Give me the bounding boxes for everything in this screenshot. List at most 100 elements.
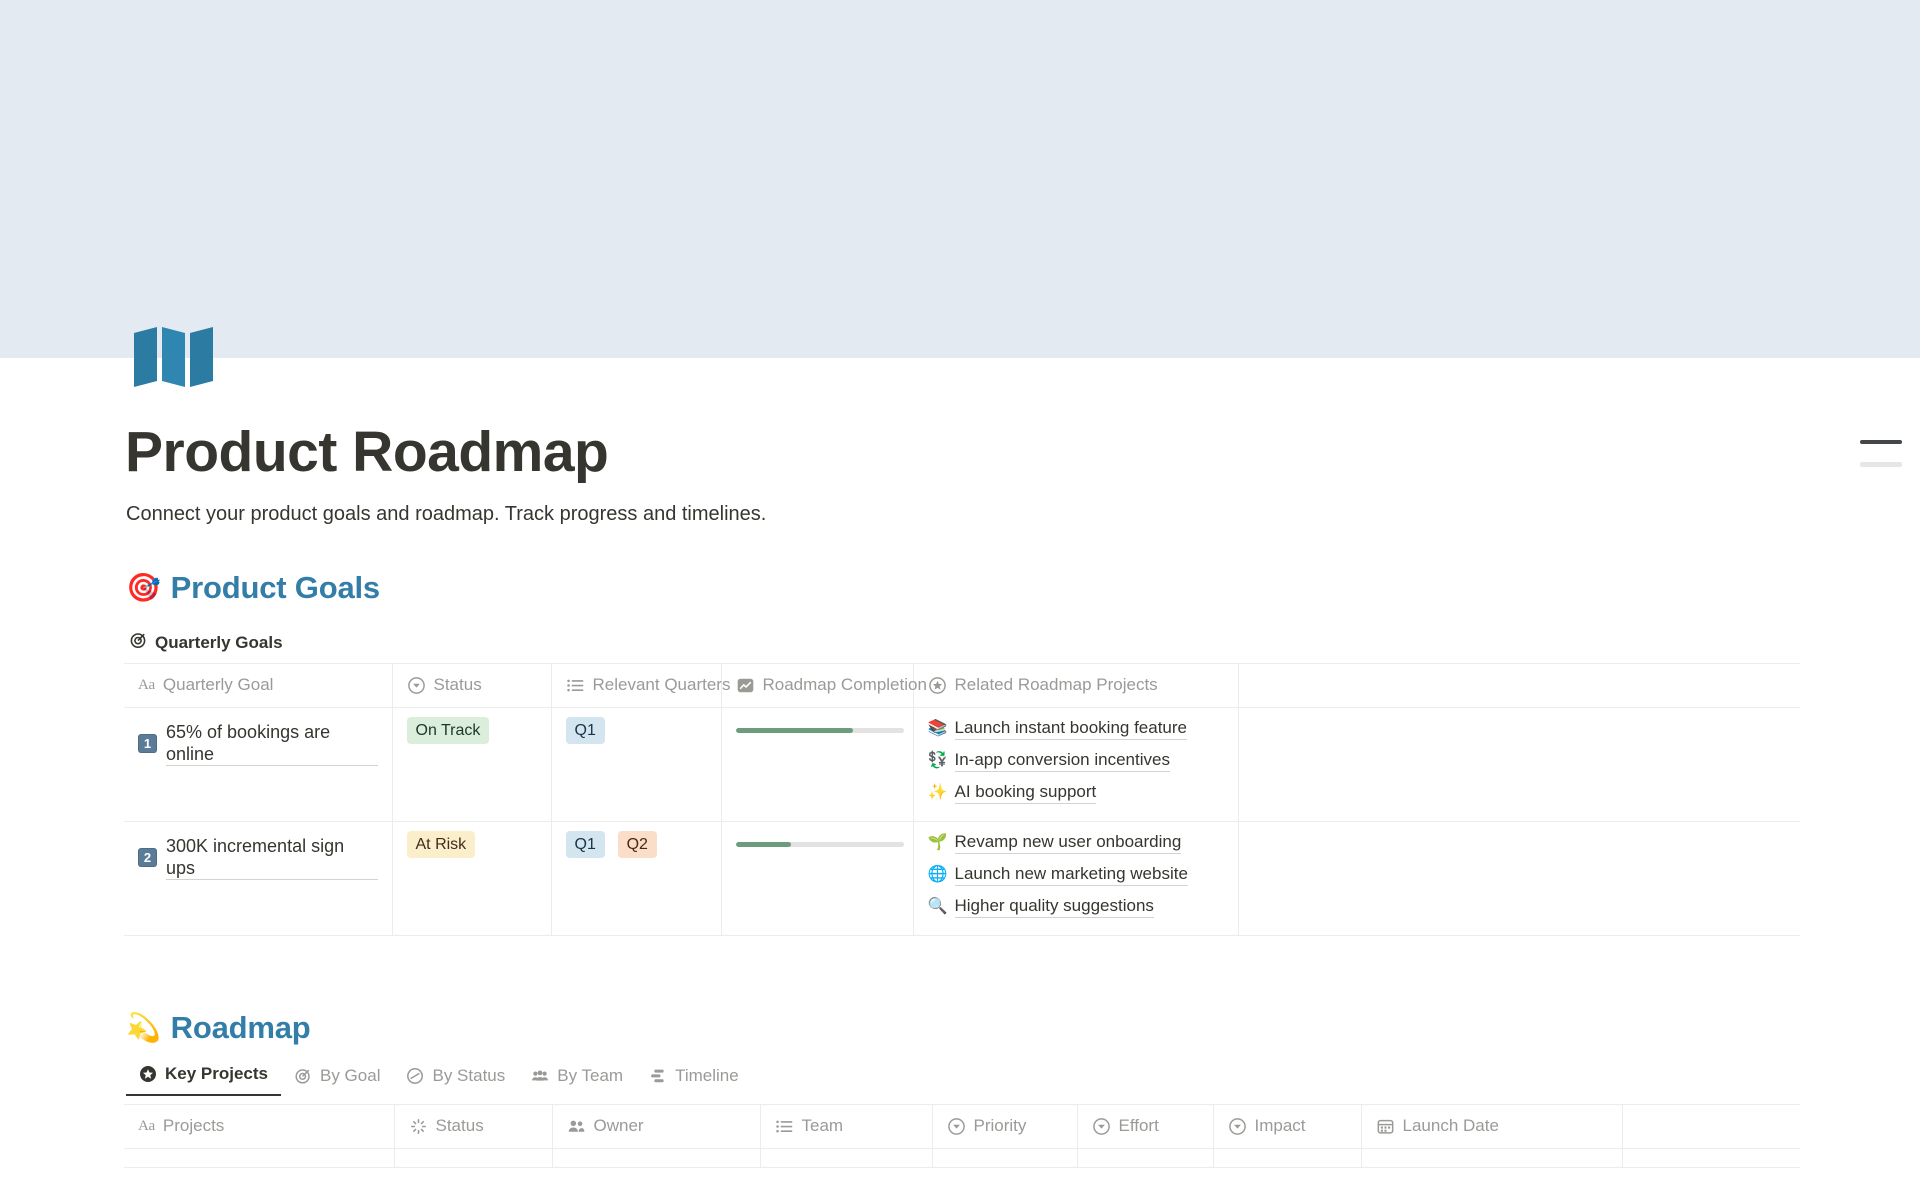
roadmap-heading: 💫 Roadmap [126, 1010, 311, 1046]
column-header-related-roadmap-projects[interactable]: Related Roadmap Projects [913, 664, 1238, 708]
quarterly-goals-db-title-text: Quarterly Goals [155, 633, 283, 653]
column-header-launch-date[interactable]: Launch Date [1361, 1105, 1622, 1149]
product-goals-heading-text: Product Goals [171, 570, 380, 606]
column-header-quarterly-goal[interactable]: Aa Quarterly Goal [124, 664, 392, 708]
cell-owner[interactable] [552, 1149, 760, 1168]
cell-related-projects[interactable]: 🌱 Revamp new user onboarding 🌐 Launch ne… [913, 822, 1238, 936]
column-label: Effort [1119, 1116, 1159, 1136]
cell-status[interactable]: At Risk [392, 822, 551, 936]
tab-by-team[interactable]: By Team [518, 1060, 636, 1096]
quarterly-goals-db-title[interactable]: Quarterly Goals [129, 631, 283, 654]
target-emoji-icon: 🎯 [126, 574, 161, 602]
column-label: Impact [1255, 1116, 1306, 1136]
cell-goal-title[interactable]: 1 65% of bookings are online [124, 708, 392, 822]
column-label: Priority [974, 1116, 1027, 1136]
relation-link[interactable]: In-app conversion incentives [955, 749, 1170, 772]
cell-related-projects[interactable]: 📚 Launch instant booking feature 💱 In-ap… [913, 708, 1238, 822]
calendar-icon [1376, 1117, 1395, 1136]
people-icon [531, 1067, 549, 1085]
quarter-badge: Q1 [566, 831, 605, 858]
map-icon[interactable] [131, 325, 223, 391]
relation-link[interactable]: Revamp new user onboarding [955, 831, 1182, 854]
relation-item[interactable]: 📚 Launch instant booking feature [928, 717, 1224, 740]
row-number-badge: 2 [138, 848, 157, 867]
column-header-effort[interactable]: Effort [1077, 1105, 1213, 1149]
quarterly-goals-table: Aa Quarterly Goal Status [124, 663, 1800, 936]
scrollbar-handle[interactable] [1860, 440, 1902, 467]
table-row[interactable]: 1 65% of bookings are online On Track Q1 [124, 708, 1800, 822]
column-label: Owner [594, 1116, 644, 1136]
roadmap-view-tabs: Key Projects By Goal By Status [126, 1058, 752, 1096]
cell-completion[interactable] [721, 708, 913, 822]
person-icon [567, 1117, 586, 1136]
column-label: Status [436, 1116, 484, 1136]
column-header-owner[interactable]: Owner [552, 1105, 760, 1149]
goal-title-link[interactable]: 300K incremental sign ups [166, 835, 378, 880]
cell-priority[interactable] [932, 1149, 1077, 1168]
cell-status[interactable] [394, 1149, 552, 1168]
cell-impact[interactable] [1213, 1149, 1361, 1168]
column-header-empty[interactable] [1238, 664, 1800, 708]
cell-quarters[interactable]: Q1 Q2 [551, 822, 721, 936]
tab-by-goal[interactable]: By Goal [281, 1060, 393, 1096]
status-spinner-icon [409, 1117, 428, 1136]
relation-item[interactable]: 🌱 Revamp new user onboarding [928, 831, 1224, 854]
sparkles-emoji-icon: ✨ [928, 783, 946, 803]
column-header-status[interactable]: Status [392, 664, 551, 708]
select-icon [1228, 1117, 1247, 1136]
cell-empty[interactable] [1238, 822, 1800, 936]
column-header-relevant-quarters[interactable]: Relevant Quarters [551, 664, 721, 708]
goal-title-link[interactable]: 65% of bookings are online [166, 721, 378, 766]
cell-project-title[interactable] [124, 1149, 394, 1168]
status-badge: At Risk [407, 831, 476, 858]
relation-item[interactable]: 🔍 Higher quality suggestions [928, 895, 1224, 918]
column-header-empty[interactable] [1622, 1105, 1800, 1149]
cell-launch-date[interactable] [1361, 1149, 1622, 1168]
cell-effort[interactable] [1077, 1149, 1213, 1168]
title-aa-icon: Aa [138, 677, 155, 694]
column-header-status[interactable]: Status [394, 1105, 552, 1149]
column-header-priority[interactable]: Priority [932, 1105, 1077, 1149]
product-goals-heading: 🎯 Product Goals [126, 570, 380, 606]
relation-item[interactable]: 🌐 Launch new marketing website [928, 863, 1224, 886]
completion-progress-fill [736, 842, 791, 847]
column-label: Related Roadmap Projects [955, 675, 1158, 695]
title-aa-icon: Aa [138, 1118, 155, 1135]
scrollbar-track[interactable] [1860, 462, 1902, 467]
relation-link[interactable]: AI booking support [955, 781, 1097, 804]
column-header-projects[interactable]: Aa Projects [124, 1105, 394, 1149]
relation-item[interactable]: ✨ AI booking support [928, 781, 1224, 804]
relation-item[interactable]: 💱 In-app conversion incentives [928, 749, 1224, 772]
gauge-icon [406, 1067, 424, 1085]
table-row[interactable] [124, 1149, 1800, 1168]
multi-select-icon [566, 676, 585, 695]
relation-link[interactable]: Launch new marketing website [955, 863, 1188, 886]
cell-empty[interactable] [1238, 708, 1800, 822]
cell-completion[interactable] [721, 822, 913, 936]
relation-link[interactable]: Launch instant booking feature [955, 717, 1188, 740]
table-header-row: Aa Projects Status [124, 1105, 1800, 1149]
row-number-badge: 1 [138, 734, 157, 753]
relation-link[interactable]: Higher quality suggestions [955, 895, 1154, 918]
scrollbar-thumb[interactable] [1860, 440, 1902, 444]
target-icon [294, 1067, 312, 1085]
quarter-badge: Q2 [618, 831, 657, 858]
tab-label: By Goal [320, 1066, 380, 1086]
table-row[interactable]: 2 300K incremental sign ups At Risk Q1 Q… [124, 822, 1800, 936]
column-header-team[interactable]: Team [760, 1105, 932, 1149]
completion-progress-fill [736, 728, 854, 733]
completion-progress-bar [736, 842, 904, 847]
cell-quarters[interactable]: Q1 [551, 708, 721, 822]
column-header-roadmap-completion[interactable]: Roadmap Completion [721, 664, 913, 708]
cell-status[interactable]: On Track [392, 708, 551, 822]
select-icon [407, 676, 426, 695]
tab-timeline[interactable]: Timeline [636, 1060, 752, 1096]
cell-team[interactable] [760, 1149, 932, 1168]
column-label: Launch Date [1403, 1116, 1499, 1136]
tab-by-status[interactable]: By Status [393, 1060, 518, 1096]
tab-key-projects[interactable]: Key Projects [126, 1058, 281, 1096]
column-header-impact[interactable]: Impact [1213, 1105, 1361, 1149]
cell-goal-title[interactable]: 2 300K incremental sign ups [124, 822, 392, 936]
cell-empty[interactable] [1622, 1149, 1800, 1168]
roadmap-heading-text: Roadmap [171, 1010, 311, 1046]
